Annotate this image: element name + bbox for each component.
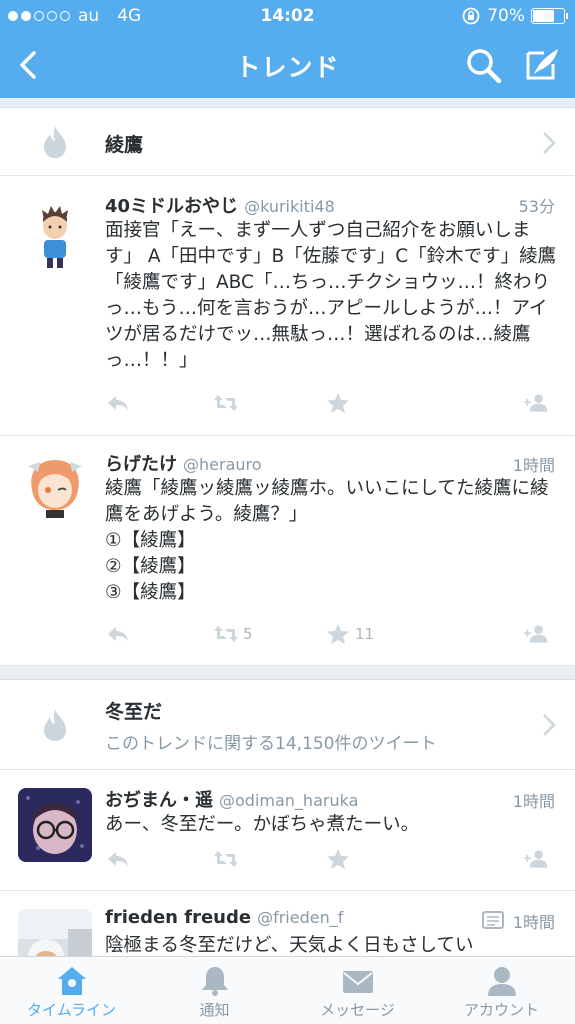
reply-icon	[108, 396, 128, 410]
tweet-author: 40ミドルおやじ @kurikiti48	[105, 192, 335, 218]
favorite-button[interactable]: 11	[325, 622, 374, 646]
retweet-button[interactable]	[213, 391, 239, 415]
author-handle[interactable]: @frieden_f	[257, 908, 343, 927]
avatar[interactable]	[18, 788, 92, 862]
author-name[interactable]: らげたけ	[105, 454, 177, 475]
tweet-actions	[105, 391, 560, 415]
author-name[interactable]: おぢまん・遥	[105, 790, 213, 811]
tweet-actions	[105, 847, 560, 871]
status-bar: au 4G 14:02 70%	[0, 0, 575, 32]
trend-name: 冬至だ	[105, 701, 163, 723]
avatar[interactable]	[18, 909, 92, 956]
author-handle[interactable]: @odiman_haruka	[219, 791, 358, 810]
tweet-author: らげたけ @herauro	[105, 450, 262, 476]
tweet-text: 陰極まる冬至だけど、天気よく日もさしてい	[105, 935, 474, 956]
person-icon	[487, 967, 516, 996]
star-icon	[327, 624, 349, 644]
tab-timeline[interactable]: タイムライン	[0, 957, 143, 1024]
trend-timeline[interactable]: 綾鷹 40ミドルおやじ @kurikiti48 53分 面接官「えー、まず一人ずつ…	[0, 98, 575, 956]
favorite-button[interactable]	[325, 847, 351, 871]
favorite-count: 11	[355, 625, 375, 643]
home-icon	[57, 967, 86, 995]
tweet-text: 綾鷹「綾鷹ッ綾鷹ッ綾鷹ホ。いいこにしてた綾鷹に綾鷹をあげよう。綾鷹？」 ①【綾鷹…	[105, 478, 549, 603]
star-icon	[327, 393, 349, 413]
tweet-1[interactable]: 40ミドルおやじ @kurikiti48 53分 面接官「えー、まず一人ずつ自己紹…	[0, 176, 575, 436]
tab-label: アカウント	[463, 1001, 539, 1019]
tweet-actions: 5 11	[105, 622, 560, 646]
chevron-right-icon	[543, 132, 556, 154]
tweet-author: おぢまん・遥 @odiman_haruka	[105, 786, 358, 812]
rotation-lock-icon	[462, 7, 480, 25]
retweet-icon	[214, 626, 238, 642]
search-icon[interactable]	[464, 46, 504, 84]
tweet-author: frieden freude @frieden_f	[105, 907, 343, 928]
tweet-time: 53分	[518, 197, 555, 216]
follow-button[interactable]	[523, 391, 549, 415]
retweet-button[interactable]: 5	[213, 622, 253, 646]
status-right: 70%	[461, 6, 568, 26]
author-handle[interactable]: @kurikiti48	[244, 197, 335, 216]
tab-notifications[interactable]: 通知	[143, 957, 286, 1024]
retweet-count: 5	[243, 625, 253, 643]
tweet-text: 面接官「えー、まず一人ずつ自己紹介をお願いします」 A「田中です」B「佐藤です」…	[105, 220, 557, 371]
compose-icon[interactable]	[520, 44, 562, 84]
tweet-text: あー、冬至だー。かぼちゃ煮たーい。	[105, 814, 420, 835]
add-user-icon	[523, 850, 548, 868]
envelope-icon	[342, 971, 373, 993]
tab-label: メッセージ	[320, 1001, 395, 1019]
tweet-3[interactable]: おぢまん・遥 @odiman_haruka 1時間 あー、冬至だー。かぼちゃ煮たー…	[0, 770, 575, 891]
tweet-time: 1時間	[512, 792, 555, 811]
add-user-icon	[523, 625, 548, 643]
flame-icon	[44, 126, 66, 158]
tab-account[interactable]: アカウント	[430, 957, 573, 1024]
tweet-4[interactable]: frieden freude @frieden_f 1時間 陰極まる冬至だけど、天…	[0, 891, 575, 956]
follow-button[interactable]	[523, 622, 549, 646]
follow-button[interactable]	[523, 847, 549, 871]
reply-button[interactable]	[105, 391, 131, 415]
tab-bar: タイムライン 通知 メッセージ アカウント	[0, 956, 575, 1024]
chevron-right-icon	[543, 714, 556, 736]
author-name[interactable]: 40ミドルおやじ	[105, 196, 238, 217]
reply-button[interactable]	[105, 622, 131, 646]
favorite-button[interactable]	[325, 391, 351, 415]
trend-tweet-count: このトレンドに関する14,150件のツイート	[105, 734, 437, 754]
avatar[interactable]	[18, 452, 92, 526]
author-name[interactable]: frieden freude	[105, 907, 251, 928]
reply-button[interactable]	[105, 847, 131, 871]
nav-bar: トレンド	[0, 32, 575, 98]
star-icon	[327, 849, 349, 869]
bell-icon	[201, 967, 228, 996]
tab-messages[interactable]: メッセージ	[286, 957, 429, 1024]
tweet-2[interactable]: らげたけ @herauro 1時間 綾鷹「綾鷹ッ綾鷹ッ綾鷹ホ。いいこにしてた綾鷹に…	[0, 436, 575, 666]
tweet-time: 1時間	[512, 456, 555, 475]
tweet-time: 1時間	[512, 913, 555, 932]
add-user-icon	[523, 394, 548, 412]
retweet-icon	[214, 851, 238, 867]
media-icon	[482, 911, 504, 929]
reply-icon	[108, 627, 128, 641]
retweet-icon	[214, 395, 238, 411]
trend-name: 綾鷹	[105, 134, 144, 156]
trend-header-ayataka[interactable]: 綾鷹	[0, 107, 575, 176]
battery-percent: 70%	[487, 6, 525, 26]
trend-header-touji[interactable]: 冬至だ このトレンドに関する14,150件のツイート	[0, 679, 575, 770]
retweet-button[interactable]	[213, 847, 239, 871]
battery-icon	[531, 8, 568, 24]
tab-label: タイムライン	[27, 1001, 116, 1019]
flame-icon	[44, 709, 66, 741]
reply-icon	[108, 852, 128, 866]
tab-label: 通知	[199, 1001, 230, 1019]
avatar[interactable]	[18, 198, 92, 272]
author-handle[interactable]: @herauro	[183, 455, 262, 474]
